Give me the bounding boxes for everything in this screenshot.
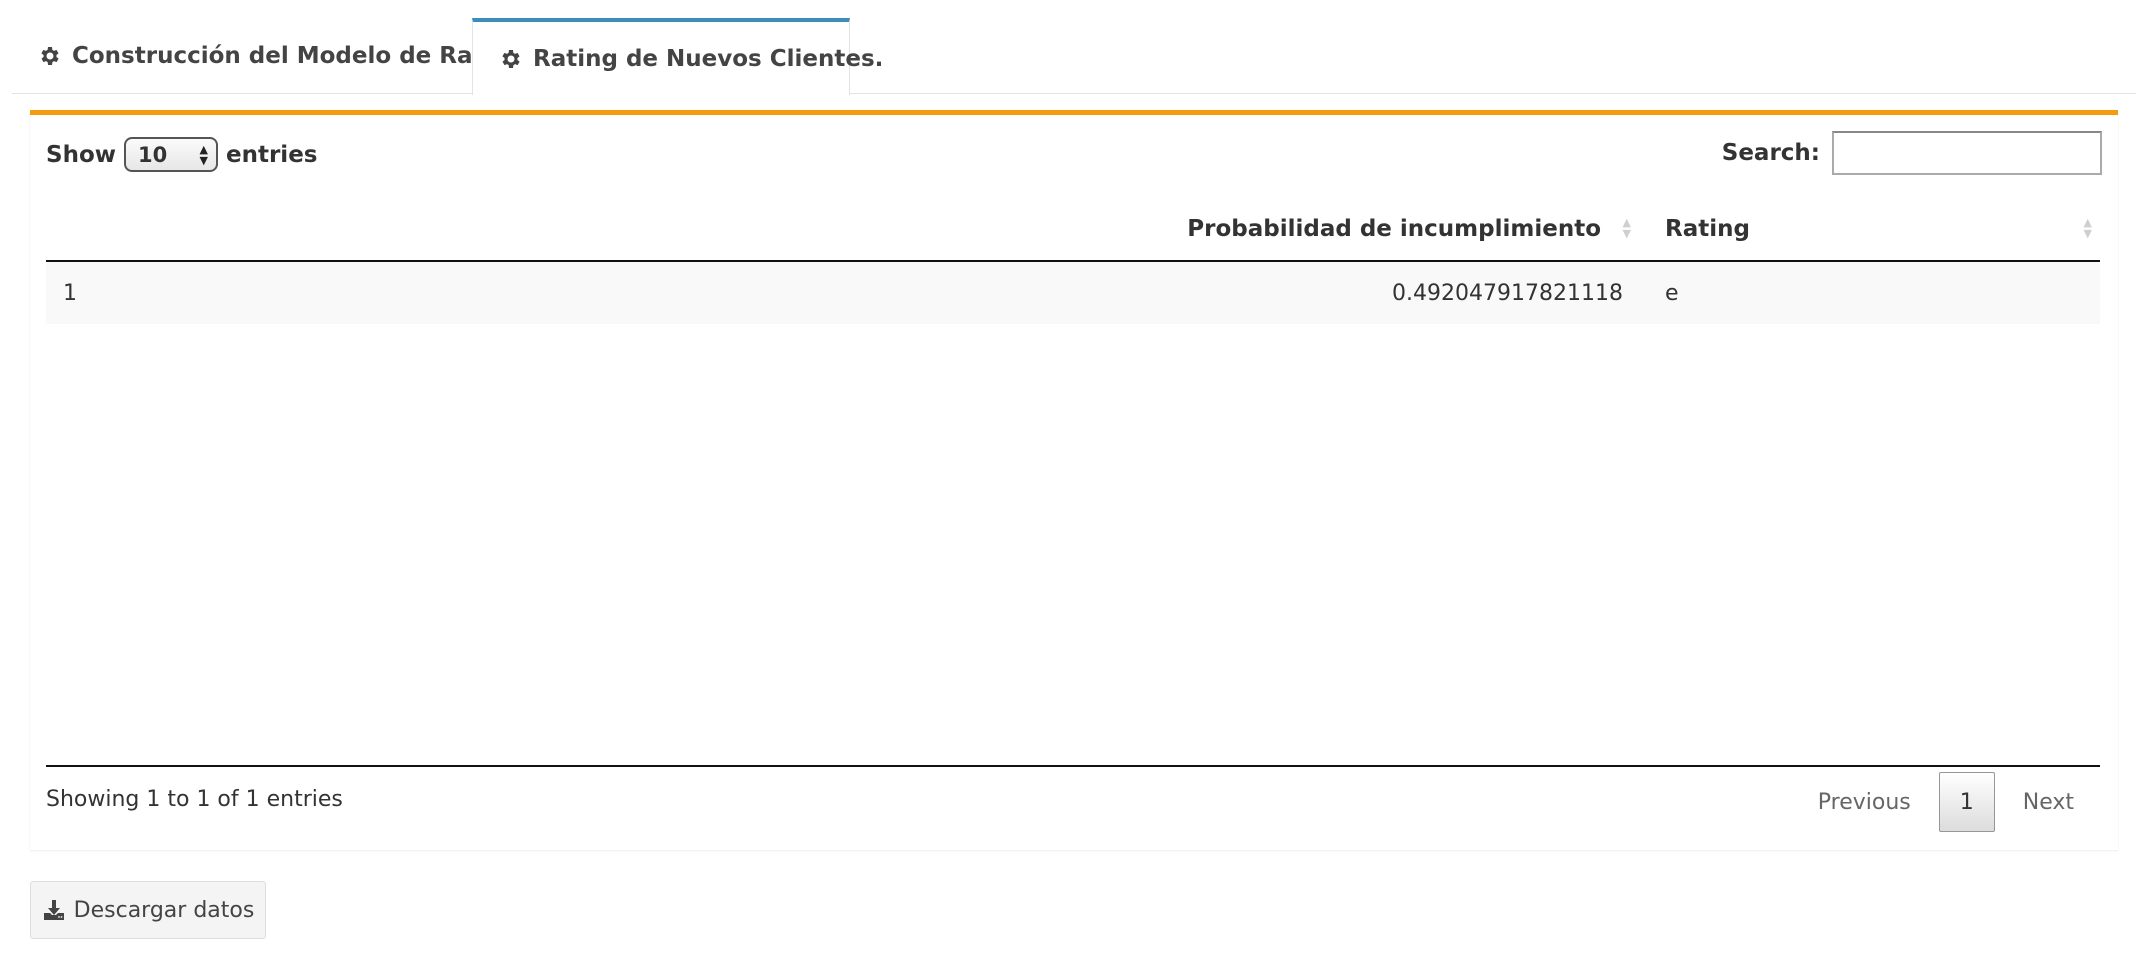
cell-probabilidad: 0.492047917821118 [1392, 280, 1623, 306]
sort-icon: ▲ ▼ [1622, 216, 1631, 240]
tab-construccion-modelo[interactable]: Construcción del Modelo de Rating [38, 18, 524, 94]
column-header-rating[interactable]: Rating ▲ ▼ [1643, 197, 2100, 260]
tab-label: Construcción del Modelo de Rating [72, 43, 525, 69]
page-length-select[interactable]: 10 ▲ ▼ [124, 137, 218, 172]
page-button-current[interactable]: 1 [1938, 772, 1995, 832]
sort-icon: ▲ ▼ [2083, 216, 2092, 240]
search-control: Search: [1722, 131, 2102, 175]
download-button[interactable]: Descargar datos [30, 881, 266, 939]
pagination: Previous 1 Next [1792, 772, 2100, 832]
table-bottom-border [46, 765, 2100, 767]
page-length-control: Show 10 ▲ ▼ entries [46, 137, 317, 172]
table-info: Showing 1 to 1 of 1 entries [46, 787, 343, 812]
gear-icon [41, 47, 59, 65]
gear-icon [502, 49, 520, 68]
column-header-label: Probabilidad de incumplimiento [1187, 215, 1601, 242]
column-header-probabilidad[interactable]: Probabilidad de incumplimiento ▲ ▼ [46, 197, 1643, 260]
next-button[interactable]: Next [1997, 772, 2100, 832]
column-header-label: Rating [1665, 215, 1750, 242]
page-length-value: 10 [138, 142, 168, 167]
tab-bar: Construcción del Modelo de Rating Rating… [12, 18, 2136, 95]
tab-rating-nuevos-clientes[interactable]: Rating de Nuevos Clientes. [472, 18, 883, 95]
entries-label: entries [226, 141, 318, 168]
cell-rating: e [1665, 280, 1679, 306]
download-icon [43, 900, 64, 920]
download-label: Descargar datos [73, 897, 255, 923]
select-arrows-icon: ▲ ▼ [199, 143, 208, 167]
search-input[interactable] [1832, 131, 2102, 175]
table-header: Probabilidad de incumplimiento ▲ ▼ Rating… [46, 197, 2100, 262]
table-row: 1 0.492047917821118 e [46, 262, 2100, 324]
results-box: Show 10 ▲ ▼ entries Search: Probabilidad … [30, 110, 2118, 850]
previous-button[interactable]: Previous [1792, 772, 1937, 832]
data-table: Probabilidad de incumplimiento ▲ ▼ Rating… [46, 197, 2100, 324]
search-label: Search: [1721, 140, 1820, 166]
tab-label: Rating de Nuevos Clientes. [533, 45, 884, 72]
show-label: Show [46, 141, 116, 168]
